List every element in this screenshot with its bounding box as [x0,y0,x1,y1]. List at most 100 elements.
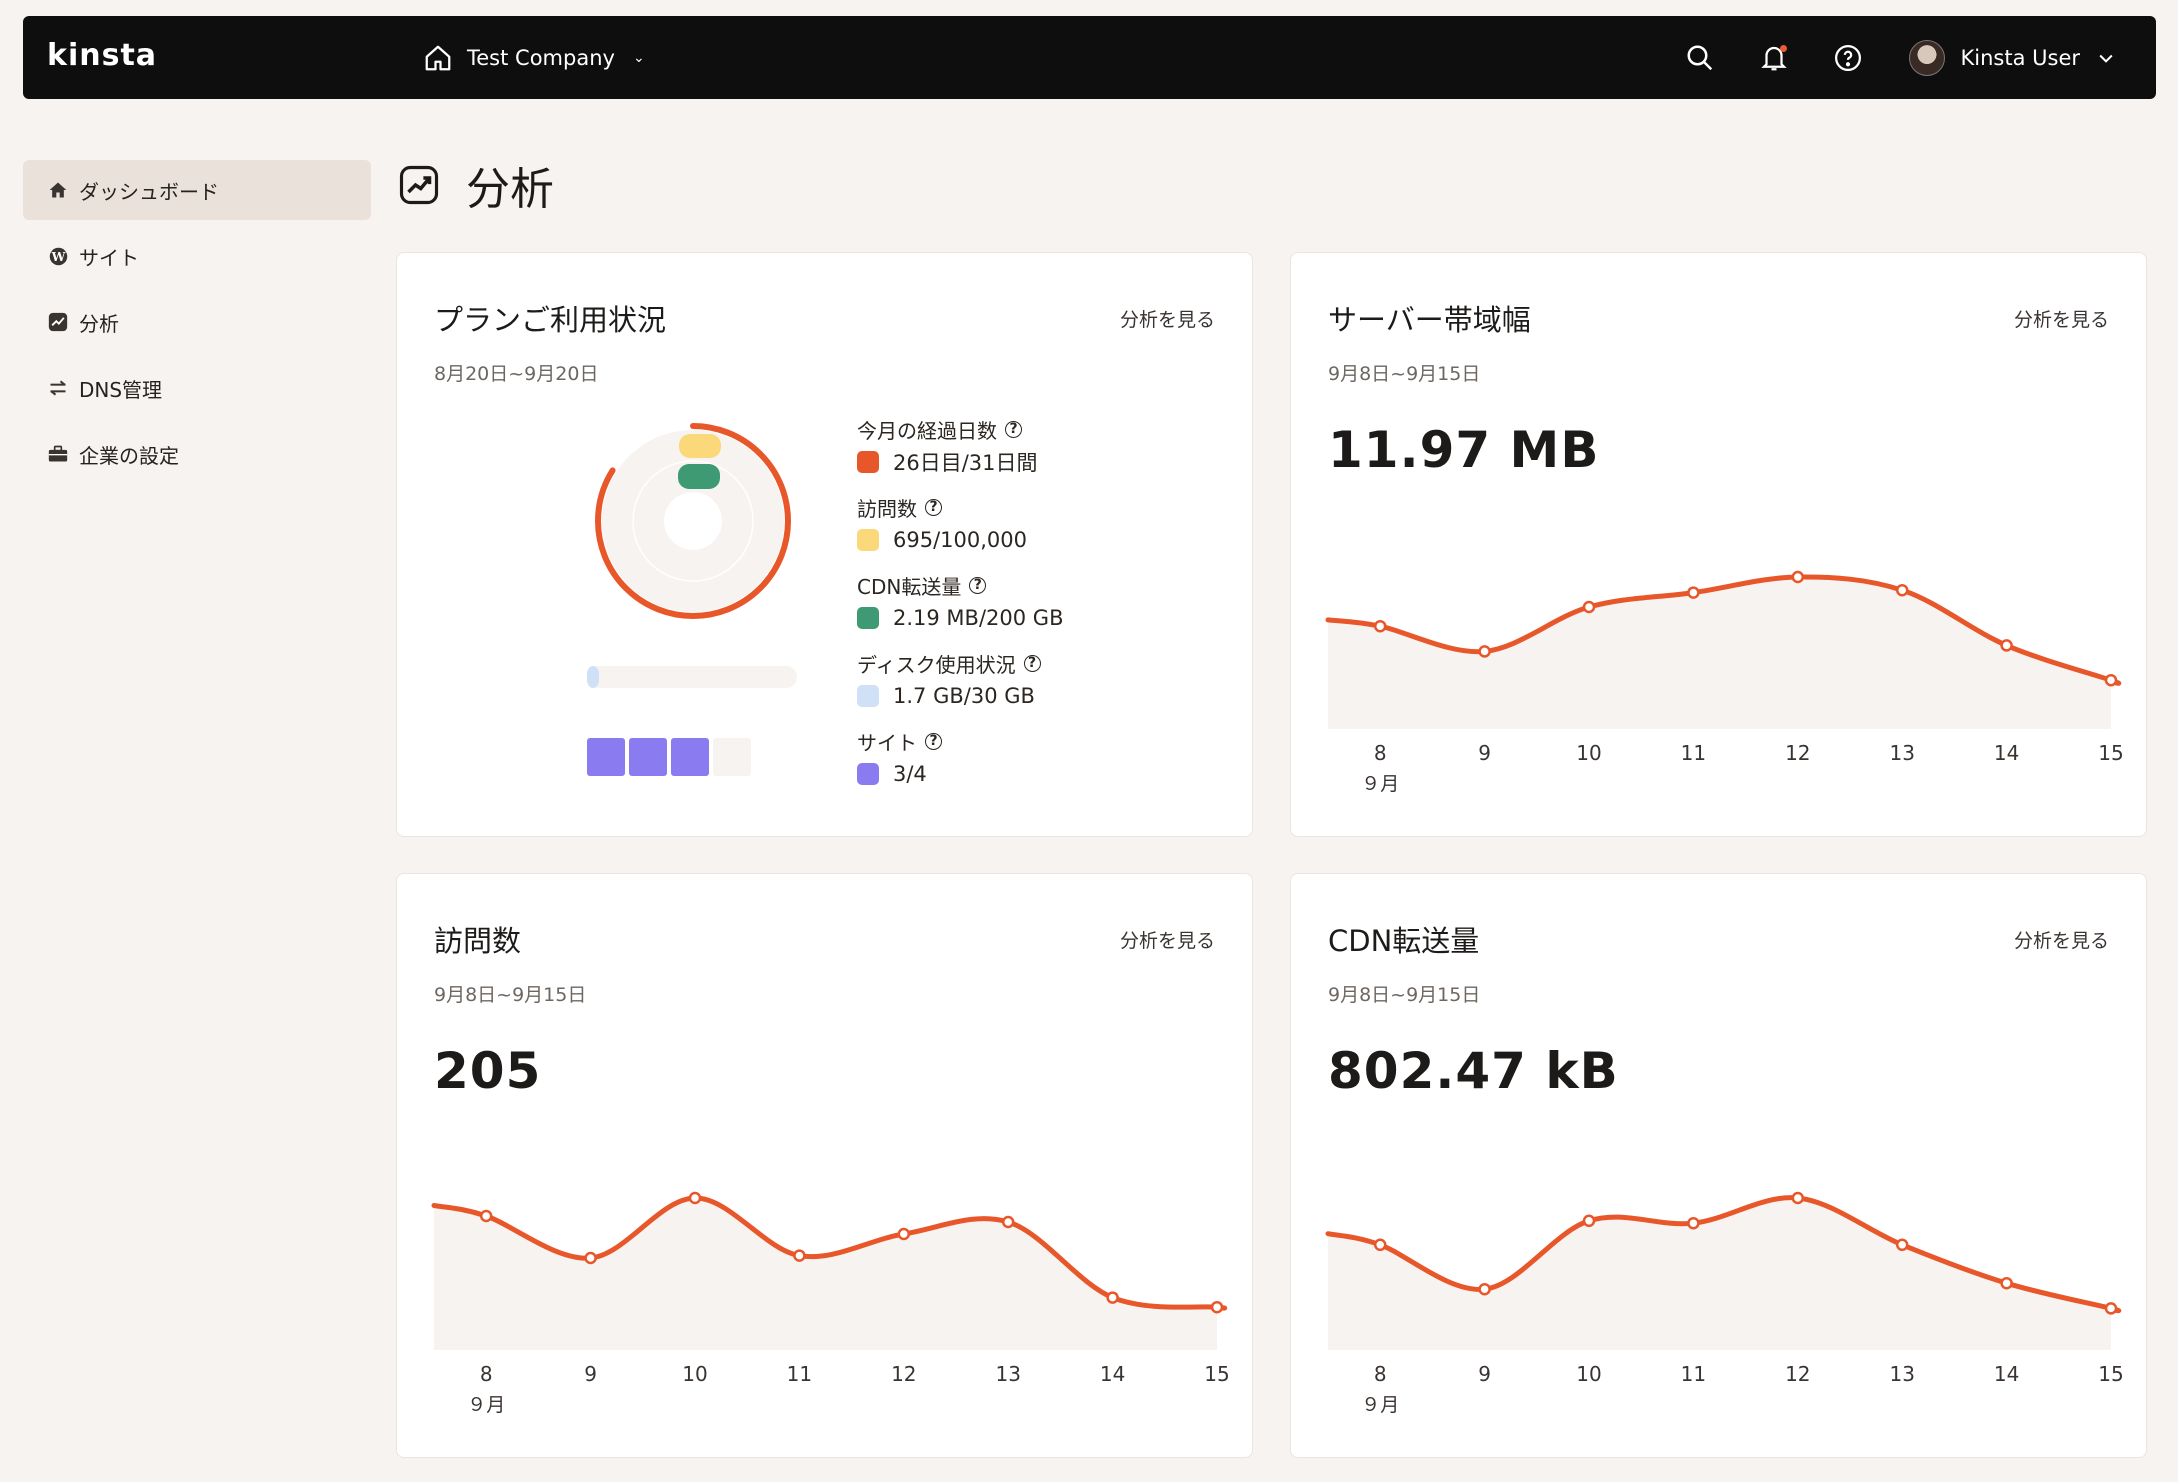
legend-disk-value: 1.7 GB/30 GB [857,679,1197,713]
x-tick-label: 13 [1889,1362,1914,1386]
briefcase-icon [47,443,69,465]
usage-ring-center [664,492,722,550]
analytics-icon [399,165,439,205]
chart-point [1791,570,1805,584]
cdn-card: CDN転送量 分析を見る 9月8日~9月15日 802.47 kB 8 9 10 11… [1290,873,2147,1458]
user-name: Kinsta User [1960,45,2081,70]
legend-sites-value: 3/4 [857,757,1197,791]
sidebar-item-dns[interactable]: DNS管理 [23,358,371,418]
chevron-down-icon [2099,54,2113,63]
svg-text:W: W [50,248,65,263]
site-block-used [629,738,667,776]
legend-swatch [857,451,879,473]
x-tick-label: 8 [1374,741,1387,765]
chart-point [1582,600,1596,614]
help-icon[interactable]: ? [925,732,942,750]
chart-point [1478,1282,1491,1296]
kinsta-logo[interactable]: kinsta [47,38,157,73]
chart-point [1210,1300,1224,1314]
chart-point [2104,1302,2118,1315]
sidebar-item-label: 分析 [79,311,119,336]
user-menu[interactable]: Kinsta User [1908,39,2117,76]
chart-point [1373,1238,1387,1252]
sidebar-item-label: 企業の設定 [79,443,179,468]
x-tick-label: 14 [1994,741,2019,765]
site-block-used [587,738,625,776]
x-tick-label: 12 [1785,1362,1810,1386]
sidebar-item-analytics[interactable]: 分析 [23,292,371,352]
notification-bell-icon[interactable] [1757,41,1791,75]
x-tick-label: 10 [1576,741,1601,765]
legend-cdn-value: 2.19 MB/200 GB [857,601,1197,635]
legend-visits-label: 訪問数? [857,491,1197,523]
visits-chart: 8 9 10 11 12 13 14 15 ９月 [431,1191,1230,1416]
chart-point [479,1209,493,1223]
x-month-label: ９月 [467,1394,505,1416]
chart-point [1478,645,1491,658]
x-tick-label: 14 [1100,1362,1125,1386]
x-tick-label: 11 [1681,741,1706,765]
x-tick-label: 14 [1994,1362,2019,1386]
sites-usage-blocks [587,738,751,776]
chart-point [584,1251,597,1265]
cdn-marker [678,464,720,489]
analytics-icon [47,311,69,333]
wordpress-icon: W [47,245,69,267]
help-icon[interactable]: ? [925,498,942,516]
x-tick-label: 8 [1374,1362,1387,1386]
x-tick-label: 11 [787,1362,812,1386]
x-tick-label: 12 [891,1362,916,1386]
disk-usage-bar-fill [587,666,599,688]
help-icon[interactable]: ? [1023,654,1041,672]
notification-dot [1779,44,1787,52]
x-tick-label: 9 [1478,741,1491,765]
legend-sites-label: サイト? [857,725,1197,757]
x-month-label: ９月 [1361,1394,1399,1416]
legend-disk-label: ディスク使用状況? [857,647,1197,679]
sidebar-item-sites[interactable]: W サイト [23,226,371,286]
help-icon[interactable] [1831,41,1865,75]
x-tick-label: 10 [682,1362,707,1386]
disk-usage-bar-track [587,666,797,688]
plan-usage-card: プランご利用状況 分析を見る 8月20日~9月20日 今月の経過日数? 26日目… [396,252,1253,837]
home-icon [47,179,69,201]
top-bar: kinsta Test Company ⌄ Kinsta User [23,16,2156,99]
sidebar-item-label: DNS管理 [79,377,163,402]
x-tick-label: 10 [1576,1362,1601,1386]
sidebar-item-dashboard[interactable]: ダッシュボード [23,160,371,220]
sidebar-item-company-settings[interactable]: 企業の設定 [23,424,371,484]
legend-cdn-label: CDN転送量? [857,569,1197,601]
chart-area [434,1197,1225,1350]
x-tick-label: 9 [584,1362,597,1386]
help-icon[interactable]: ? [1005,420,1022,438]
bandwidth-card: サーバー帯域幅 分析を見る 9月8日~9月15日 11.97 MB 8 9 10 11… [1290,252,2147,837]
site-block-free [713,738,751,776]
chart-point [2104,673,2118,687]
plan-usage-legend: 今月の経過日数? 26日目/31日間 訪問数? 695/100,000 CDN転… [857,413,1197,803]
x-tick-label: 15 [1204,1362,1229,1386]
page-title: 分析 [398,152,554,218]
sidebar-item-label: サイト [79,245,139,270]
sidebar: ダッシュボード W サイト 分析 DNS管理 企業の設定 [23,160,371,490]
visits-marker [679,434,721,458]
chart-point [793,1249,806,1262]
sidebar-item-label: ダッシュボード [79,179,219,204]
chart-area [1328,576,2119,729]
bandwidth-chart: 8 9 10 11 12 13 14 15 ９月 [1325,570,2124,795]
chart-point [1687,586,1700,599]
chart-point [1001,1215,1015,1229]
x-tick-label: 12 [1785,741,1810,765]
avatar [1908,39,1945,76]
x-month-label: ９月 [1361,773,1399,795]
help-icon[interactable]: ? [969,576,987,594]
search-icon[interactable] [1683,41,1717,75]
site-block-used [671,738,709,776]
chart-point [2000,1276,2013,1290]
chart-point [688,1191,702,1205]
company-switcher[interactable]: Test Company ⌄ [423,16,645,99]
visits-card: 訪問数 分析を見る 9月8日~9月15日 205 8 9 10 11 12 13 14 15 ９… [396,873,1253,1458]
legend-days-value: 26日目/31日間 [857,445,1197,479]
chart-point [1582,1214,1596,1228]
x-tick-label: 15 [2098,1362,2123,1386]
chart-point [1687,1216,1700,1230]
